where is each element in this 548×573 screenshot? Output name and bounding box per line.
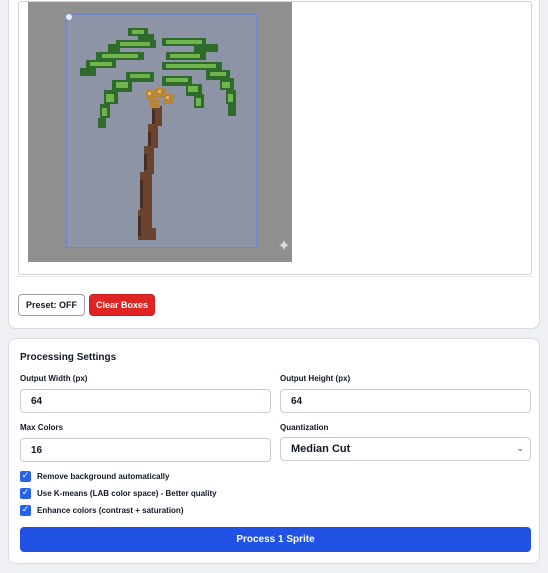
remove-background-option[interactable]: ✓ Remove background automatically (20, 471, 169, 482)
quantization-select[interactable]: Median Cut ⌄ (280, 437, 531, 461)
settings-title: Processing Settings (20, 352, 117, 363)
palm-tree-sprite (80, 28, 236, 240)
divider (17, 276, 533, 277)
palm-trunk (138, 106, 162, 240)
max-colors-input[interactable]: 16 (20, 438, 271, 462)
output-height-input[interactable]: 64 (280, 389, 531, 413)
output-width-input[interactable]: 64 (20, 389, 271, 413)
canvas-frame: ✦ (18, 1, 532, 275)
sprite-canvas[interactable]: ✦ (28, 2, 292, 262)
kmeans-label: Use K-means (LAB color space) - Better q… (37, 489, 217, 498)
remove-background-label: Remove background automatically (37, 472, 170, 481)
checkbox-checked-icon[interactable]: ✓ (20, 505, 31, 516)
quantization-label: Quantization (280, 423, 329, 432)
max-colors-value: 16 (31, 444, 43, 456)
max-colors-label: Max Colors (20, 423, 64, 432)
chevron-down-icon: ⌄ (516, 444, 524, 454)
enhance-colors-label: Enhance colors (contrast + saturation) (37, 506, 184, 515)
output-height-label: Output Height (px) (280, 374, 351, 383)
clear-boxes-button[interactable]: Clear Boxes (89, 294, 155, 316)
sparkle-icon: ✦ (277, 236, 291, 255)
output-width-value: 64 (31, 395, 43, 407)
sprite-editor-card: ✦ Preset: OFF Clear Boxes (8, 0, 540, 329)
output-height-value: 64 (291, 395, 303, 407)
preset-toggle-button[interactable]: Preset: OFF (18, 294, 85, 316)
checkbox-checked-icon[interactable]: ✓ (20, 488, 31, 499)
processing-settings-card: Processing Settings Output Width (px) 64… (8, 338, 540, 564)
output-width-label: Output Width (px) (20, 374, 88, 383)
process-sprite-button[interactable]: Process 1 Sprite (20, 527, 531, 552)
enhance-colors-option[interactable]: ✓ Enhance colors (contrast + saturation) (20, 505, 183, 516)
checkbox-checked-icon[interactable]: ✓ (20, 471, 31, 482)
quantization-value: Median Cut (291, 443, 351, 455)
kmeans-option[interactable]: ✓ Use K-means (LAB color space) - Better… (20, 488, 217, 499)
